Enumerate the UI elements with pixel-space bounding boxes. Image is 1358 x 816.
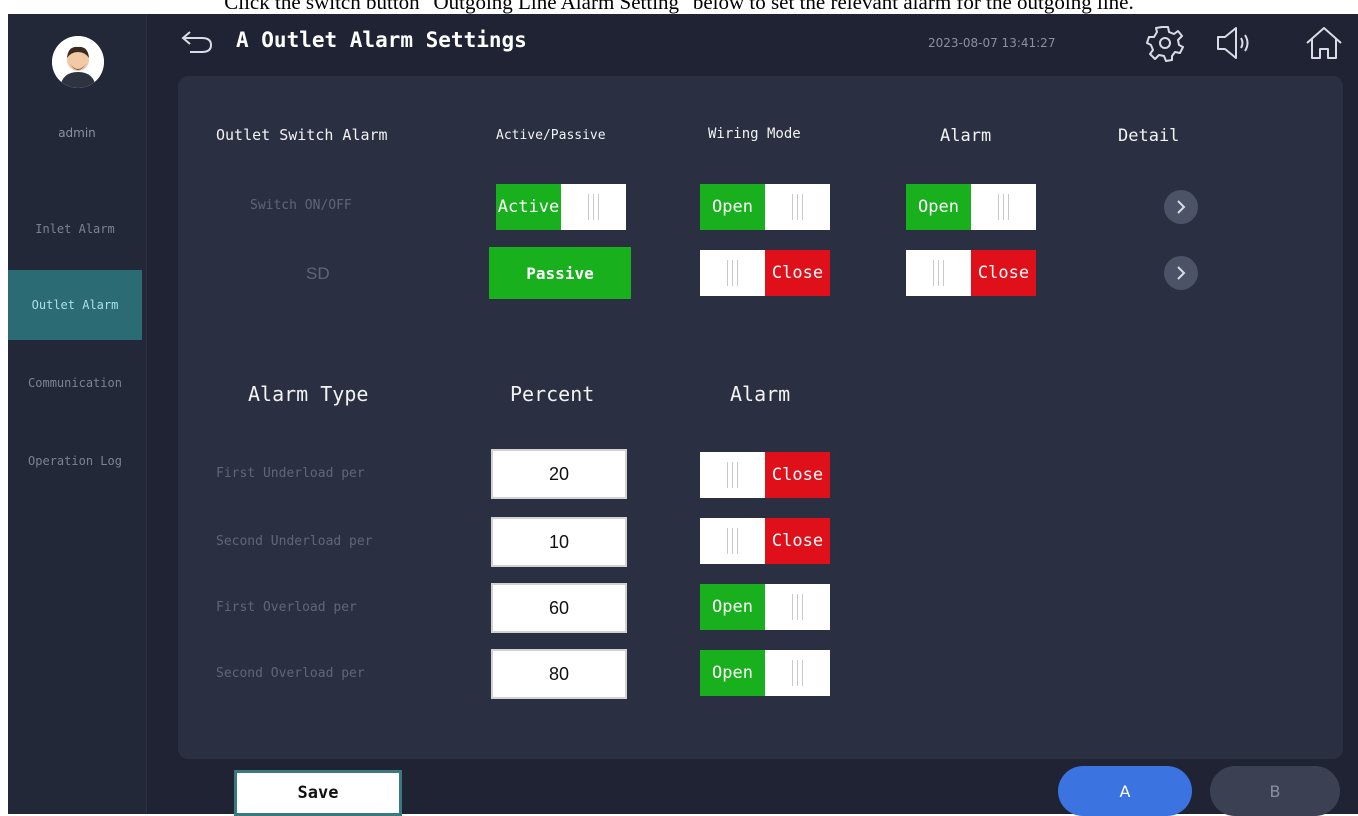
toggle-off-segment: Close bbox=[971, 250, 1036, 296]
toggle-off-segment: Close bbox=[765, 250, 830, 296]
row-label-sd: SD bbox=[306, 264, 330, 283]
header-percent: Percent bbox=[510, 382, 595, 406]
toggle-grip bbox=[700, 518, 765, 564]
row-label-second-overload: Second Overload per bbox=[216, 666, 365, 681]
row-label-first-overload: First Overload per bbox=[216, 600, 357, 615]
sidebar-item-operation-log[interactable]: Operation Log bbox=[8, 426, 142, 496]
toggle-on-segment: Open bbox=[700, 650, 765, 696]
toggle-grip bbox=[700, 250, 765, 296]
second-underload-input[interactable]: 10 bbox=[491, 517, 627, 567]
user-avatar[interactable] bbox=[52, 36, 104, 88]
toggle-grip bbox=[765, 650, 830, 696]
first-underload-alarm-toggle[interactable]: Close bbox=[700, 452, 830, 498]
active-passive-toggle-switch[interactable]: Active bbox=[496, 184, 626, 230]
row-label-switch-on-off: Switch ON/OFF bbox=[250, 198, 352, 213]
device-screen: admin Inlet Alarm Outlet Alarm Communica… bbox=[8, 14, 1358, 816]
detail-sd-chevron-right-icon[interactable] bbox=[1164, 256, 1198, 290]
header-detail: Detail bbox=[1118, 126, 1180, 146]
header-wiring-mode: Wiring Mode bbox=[708, 126, 801, 142]
toggle-label: Close bbox=[771, 263, 824, 283]
passive-button[interactable]: Passive bbox=[489, 247, 631, 299]
toggle-grip bbox=[971, 184, 1036, 230]
first-overload-input[interactable]: 60 bbox=[491, 583, 627, 633]
sidebar-item-outlet-alarm[interactable]: Outlet Alarm bbox=[8, 270, 142, 340]
toggle-label: Close bbox=[771, 465, 824, 485]
sidebar-item-communication[interactable]: Communication bbox=[8, 348, 142, 418]
settings-panel: Outlet Switch Alarm Active/Passive Wirin… bbox=[178, 76, 1343, 759]
first-overload-alarm-toggle[interactable]: Open bbox=[700, 584, 830, 630]
header-alarm-type: Alarm Type bbox=[248, 382, 369, 406]
speaker-icon[interactable] bbox=[1214, 24, 1252, 62]
toggle-grip bbox=[765, 184, 830, 230]
toggle-grip bbox=[561, 184, 626, 230]
header-outlet-switch-alarm: Outlet Switch Alarm bbox=[216, 126, 388, 144]
gear-icon[interactable] bbox=[1146, 24, 1184, 62]
header-alarm-2: Alarm bbox=[730, 382, 791, 406]
toggle-label: Open bbox=[712, 663, 753, 683]
sidebar: admin Inlet Alarm Outlet Alarm Communica… bbox=[8, 14, 147, 814]
toggle-on-segment: Open bbox=[700, 584, 765, 630]
toggle-off-segment: Close bbox=[765, 452, 830, 498]
page-title: A Outlet Alarm Settings bbox=[236, 28, 527, 52]
wiring-mode-toggle-switch[interactable]: Open bbox=[700, 184, 830, 230]
avatar-person-icon bbox=[52, 36, 104, 88]
header-alarm: Alarm bbox=[940, 126, 992, 146]
first-underload-input[interactable]: 20 bbox=[491, 449, 627, 499]
sidebar-item-inlet-alarm[interactable]: Inlet Alarm bbox=[8, 194, 142, 264]
wiring-mode-toggle-sd[interactable]: Close bbox=[700, 250, 830, 296]
alarm-toggle-sd[interactable]: Close bbox=[906, 250, 1036, 296]
user-name: admin bbox=[58, 126, 96, 140]
toggle-label: Open bbox=[712, 597, 753, 617]
toggle-on-segment: Open bbox=[700, 184, 765, 230]
toggle-label: Open bbox=[712, 197, 753, 217]
second-overload-input[interactable]: 80 bbox=[491, 649, 627, 699]
toggle-grip bbox=[700, 452, 765, 498]
toggle-label: Close bbox=[977, 263, 1030, 283]
tab-b[interactable]: B bbox=[1210, 766, 1340, 816]
alarm-toggle-switch[interactable]: Open bbox=[906, 184, 1036, 230]
datetime-display: 2023-08-07 13:41:27 bbox=[928, 36, 1056, 50]
header-active-passive: Active/Passive bbox=[496, 128, 606, 143]
row-label-second-underload: Second Underload per bbox=[216, 534, 373, 549]
instruction-caption: Click the switch button "Outgoing Line A… bbox=[224, 0, 1134, 14]
toggle-grip bbox=[906, 250, 971, 296]
toggle-on-segment: Open bbox=[906, 184, 971, 230]
back-arrow-icon[interactable] bbox=[180, 26, 216, 56]
toggle-label: Active bbox=[497, 197, 560, 217]
detail-switch-chevron-right-icon[interactable] bbox=[1164, 190, 1198, 224]
second-underload-alarm-toggle[interactable]: Close bbox=[700, 518, 830, 564]
toggle-off-segment: Close bbox=[765, 518, 830, 564]
toggle-grip bbox=[765, 584, 830, 630]
toggle-label: Close bbox=[771, 531, 824, 551]
home-icon[interactable] bbox=[1304, 24, 1342, 62]
second-overload-alarm-toggle[interactable]: Open bbox=[700, 650, 830, 696]
toggle-on-segment: Active bbox=[496, 184, 561, 230]
toggle-label: Open bbox=[918, 197, 959, 217]
save-button[interactable]: Save bbox=[234, 770, 402, 816]
tab-a[interactable]: A bbox=[1058, 766, 1192, 816]
row-label-first-underload: First Underload per bbox=[216, 466, 365, 481]
